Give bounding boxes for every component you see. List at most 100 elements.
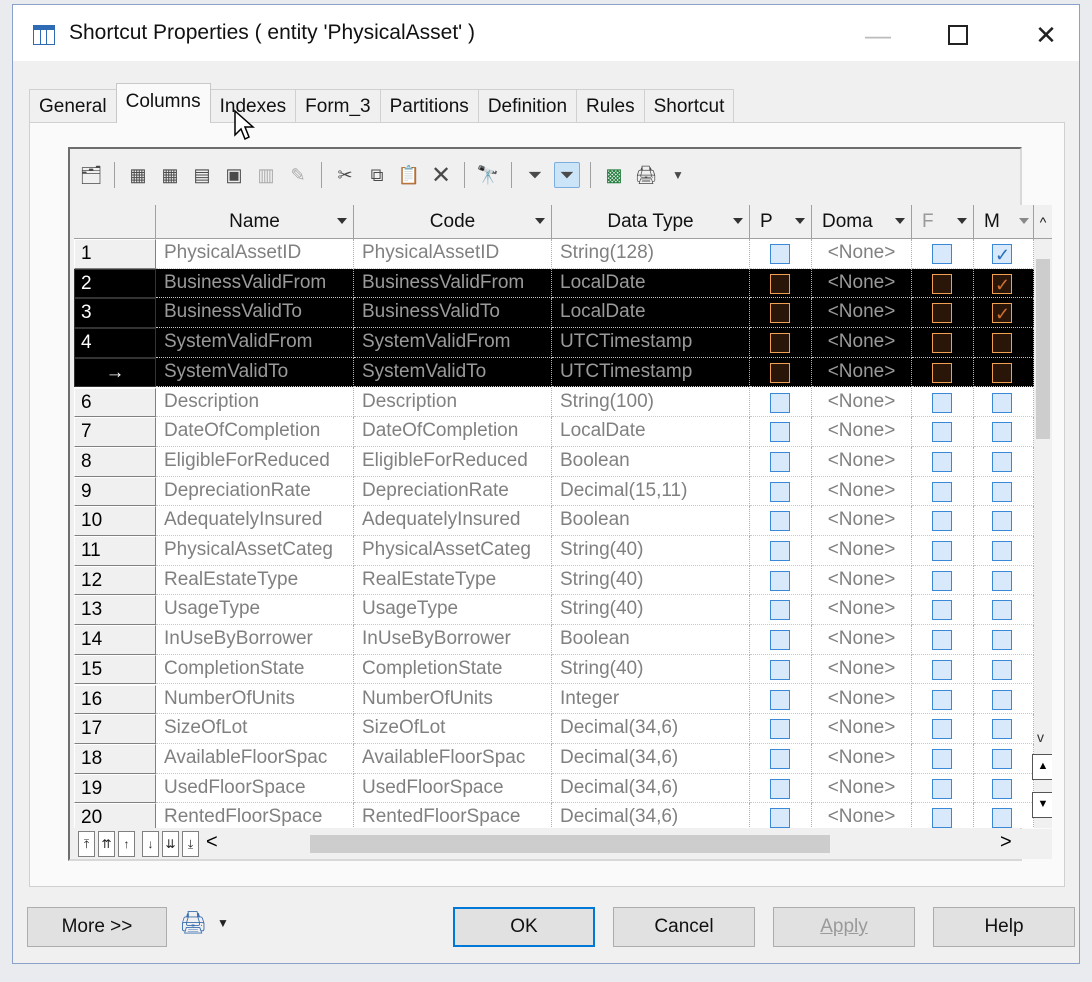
cell-mandatory[interactable] [974, 506, 1034, 536]
cell-name[interactable]: SystemValidFrom [156, 328, 354, 358]
scroll-page-down-icon[interactable]: ▼ [1032, 792, 1052, 818]
primary-checkbox[interactable] [770, 451, 790, 472]
cell-code[interactable]: BusinessValidFrom [354, 268, 552, 299]
cell-primary[interactable] [750, 625, 812, 655]
paste-icon[interactable]: 📋 [396, 162, 422, 188]
cell-code[interactable]: BusinessValidTo [354, 298, 552, 329]
cell-data-type[interactable]: String(128) [552, 239, 750, 269]
tab-shortcut[interactable]: Shortcut [643, 89, 735, 123]
foreign-checkbox[interactable] [932, 808, 952, 828]
cell-code[interactable]: SystemValidTo [354, 357, 552, 388]
cell-name[interactable]: BusinessValidFrom [156, 268, 354, 299]
table-row[interactable]: 17 SizeOfLot SizeOfLot Decimal(34,6) <None> [74, 714, 1052, 744]
row-number[interactable]: 9 [74, 476, 156, 507]
cell-foreign[interactable] [912, 328, 974, 358]
table-row[interactable]: 3 BusinessValidTo BusinessValidTo LocalDate… [74, 298, 1052, 329]
row-number[interactable]: 3 [74, 298, 156, 329]
cell-primary[interactable] [750, 298, 812, 329]
primary-checkbox[interactable] [770, 303, 790, 324]
scroll-left-icon[interactable]: < [206, 831, 218, 854]
cell-primary[interactable] [750, 684, 812, 715]
foreign-checkbox[interactable] [932, 273, 952, 294]
chevron-down-icon[interactable] [733, 218, 743, 224]
cell-data-type[interactable]: UTCTimestamp [552, 357, 750, 388]
cell-domain[interactable]: <None> [812, 803, 912, 828]
cell-primary[interactable] [750, 536, 812, 566]
cell-foreign[interactable] [912, 239, 974, 269]
cell-mandatory[interactable] [974, 239, 1034, 269]
print-options-button[interactable]: 🖨 ▼ [179, 903, 249, 943]
primary-checkbox[interactable] [770, 422, 790, 443]
cell-primary[interactable] [750, 417, 812, 447]
primary-checkbox[interactable] [770, 541, 790, 561]
cell-domain[interactable]: <None> [812, 684, 912, 715]
mandatory-checkbox[interactable] [992, 422, 1012, 443]
cell-name[interactable]: AdequatelyInsured [156, 506, 354, 536]
table-row[interactable]: 2 BusinessValidFrom BusinessValidFrom Local… [74, 268, 1052, 299]
minimize-button[interactable]: — [853, 15, 903, 55]
cell-domain[interactable]: <None> [812, 476, 912, 507]
scroll-right-icon[interactable]: > [1000, 831, 1012, 854]
cell-domain[interactable]: <None> [812, 743, 912, 774]
cell-domain[interactable]: <None> [812, 328, 912, 358]
cell-primary[interactable] [750, 714, 812, 744]
reuse-icon[interactable]: ▥ [253, 162, 279, 188]
move-up-icon[interactable]: ↑ [118, 831, 135, 857]
cell-data-type[interactable]: Boolean [552, 506, 750, 536]
cell-code[interactable]: SystemValidFrom [354, 328, 552, 358]
table-row[interactable]: 18 AvailableFloorSpac AvailableFloorSpac De… [74, 743, 1052, 774]
chevron-down-icon[interactable] [1019, 218, 1029, 224]
foreign-checkbox[interactable] [932, 630, 952, 651]
cell-domain[interactable]: <None> [812, 387, 912, 418]
cell-primary[interactable] [750, 387, 812, 418]
mandatory-checkbox[interactable] [992, 570, 1012, 591]
column-header-mandatory[interactable]: M [974, 205, 1034, 239]
table-row[interactable]: 15 CompletionState CompletionState String(4… [74, 654, 1052, 685]
row-number[interactable]: 20 [74, 803, 156, 828]
row-number[interactable]: 2 [74, 268, 156, 299]
mandatory-checkbox[interactable] [992, 541, 1012, 561]
cell-foreign[interactable] [912, 387, 974, 418]
cell-foreign[interactable] [912, 357, 974, 388]
cell-primary[interactable] [750, 773, 812, 804]
primary-checkbox[interactable] [770, 778, 790, 799]
cell-name[interactable]: InUseByBorrower [156, 625, 354, 655]
chevron-down-icon[interactable] [337, 218, 347, 224]
primary-checkbox[interactable] [770, 244, 790, 264]
cell-data-type[interactable]: UTCTimestamp [552, 328, 750, 358]
cell-code[interactable]: DepreciationRate [354, 476, 552, 507]
cell-data-type[interactable]: Decimal(15,11) [552, 476, 750, 507]
cell-foreign[interactable] [912, 417, 974, 447]
cell-data-type[interactable]: String(40) [552, 565, 750, 596]
cell-name[interactable]: AvailableFloorSpac [156, 743, 354, 774]
cell-name[interactable]: UsageType [156, 595, 354, 626]
foreign-checkbox[interactable] [932, 481, 952, 502]
column-header-name[interactable]: Name [156, 205, 354, 239]
cell-foreign[interactable] [912, 714, 974, 744]
vertical-scroll-thumb[interactable] [1036, 259, 1050, 439]
tab-definition[interactable]: Definition [477, 89, 578, 123]
row-number[interactable]: → [74, 357, 156, 388]
cell-domain[interactable]: <None> [812, 654, 912, 685]
tab-form-3[interactable]: Form_3 [295, 89, 381, 123]
primary-checkbox[interactable] [770, 392, 790, 413]
cell-data-type[interactable]: Decimal(34,6) [552, 803, 750, 828]
row-number[interactable]: 4 [74, 328, 156, 358]
replicate-icon[interactable]: ▣ [221, 162, 247, 188]
cell-mandatory[interactable] [974, 684, 1034, 715]
cell-code[interactable]: DateOfCompletion [354, 417, 552, 447]
cell-domain[interactable]: <None> [812, 536, 912, 566]
cell-primary[interactable] [750, 357, 812, 388]
foreign-checkbox[interactable] [932, 719, 952, 740]
cell-primary[interactable] [750, 268, 812, 299]
close-button[interactable]: ✕ [1021, 15, 1071, 55]
print-icon[interactable]: 🖨 [633, 162, 659, 188]
copy-icon[interactable]: ⧉ [364, 162, 390, 188]
foreign-checkbox[interactable] [932, 541, 952, 561]
cell-data-type[interactable]: String(100) [552, 387, 750, 418]
row-number[interactable]: 6 [74, 387, 156, 418]
column-header-primary[interactable]: P [750, 205, 812, 239]
row-number[interactable]: 12 [74, 565, 156, 596]
cell-data-type[interactable]: Integer [552, 684, 750, 715]
column-header-code[interactable]: Code [354, 205, 552, 239]
